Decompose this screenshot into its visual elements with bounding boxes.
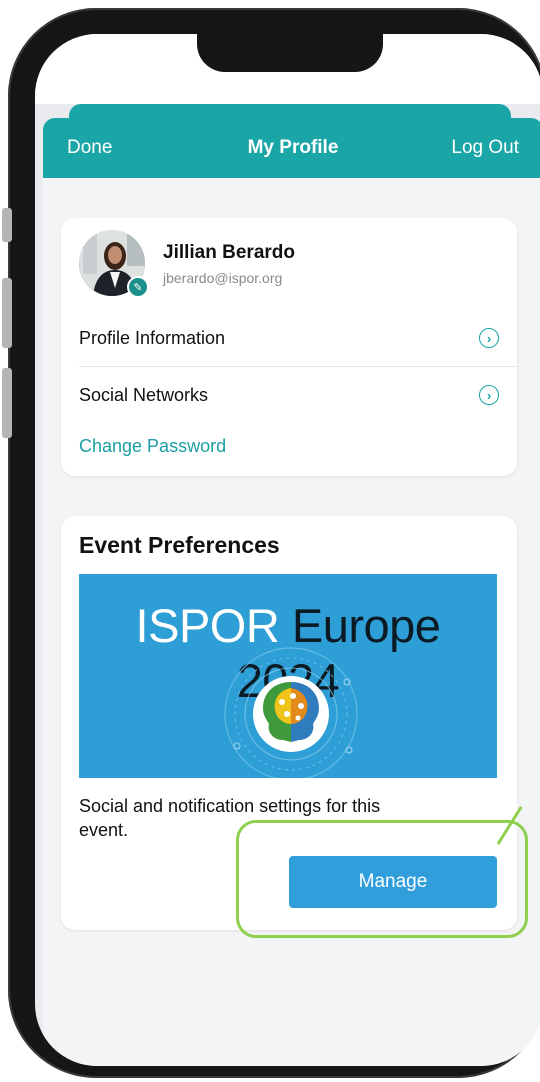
chevron-right-circle-icon: ›: [479, 385, 499, 405]
phone-side-button: [2, 368, 12, 438]
user-name: Jillian Berardo: [163, 242, 295, 263]
edit-photo-icon[interactable]: ✎: [127, 276, 149, 298]
event-banner: ISPOR Europe 2024: [79, 574, 497, 778]
profile-card: ✎ Jillian Berardo jberardo@ispor.org Pro…: [61, 218, 517, 476]
done-button[interactable]: Done: [67, 137, 112, 159]
chevron-right-circle-icon: ›: [479, 328, 499, 348]
log-out-button[interactable]: Log Out: [451, 137, 519, 159]
change-password-link[interactable]: Change Password: [79, 436, 226, 457]
phone-side-button: [2, 278, 12, 348]
social-networks-row[interactable]: Social Networks ›: [79, 367, 517, 423]
event-logo-graphic: [224, 647, 358, 778]
social-networks-label: Social Networks: [79, 384, 209, 405]
user-email: jberardo@ispor.org: [163, 270, 283, 286]
profile-information-label: Profile Information: [79, 327, 226, 348]
phone-notch: [197, 34, 383, 72]
manage-highlight-callout: [236, 820, 528, 938]
phone-side-button: [2, 208, 12, 242]
profile-information-row[interactable]: Profile Information ›: [79, 310, 517, 367]
event-preferences-title: Event Preferences: [79, 532, 280, 558]
navigation-bar: Done My Profile Log Out: [43, 118, 540, 178]
